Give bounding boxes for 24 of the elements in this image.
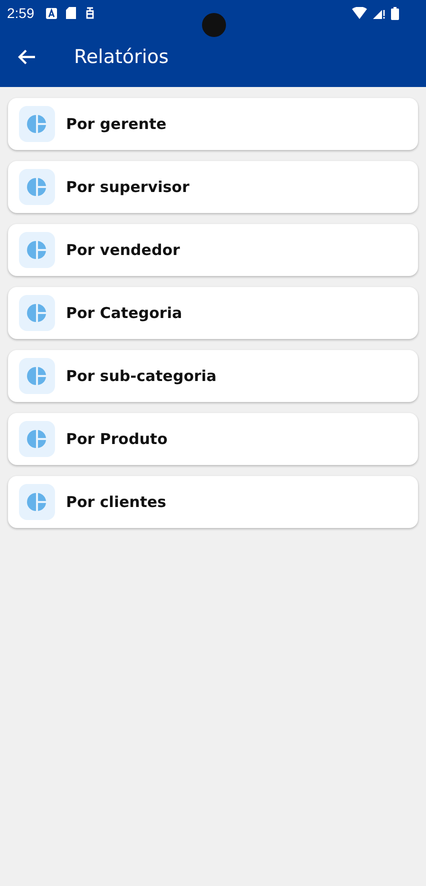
report-item[interactable]: Por vendedor xyxy=(8,224,418,276)
keyboard-icon xyxy=(46,8,58,18)
notification-icon xyxy=(85,7,96,19)
report-item[interactable]: Por sub-categoria xyxy=(8,350,418,402)
pie-chart-icon xyxy=(19,484,55,520)
signal-icon xyxy=(373,7,385,19)
sd-card-icon xyxy=(66,7,76,19)
pie-chart-icon xyxy=(19,358,55,394)
camera-cutout xyxy=(202,13,226,37)
screen-title: Relatórios xyxy=(74,46,169,68)
battery-icon xyxy=(391,6,399,20)
report-item[interactable]: Por supervisor xyxy=(8,161,418,213)
back-arrow-icon[interactable] xyxy=(18,48,36,64)
pie-chart-icon xyxy=(19,421,55,457)
wifi-icon xyxy=(352,7,367,19)
pie-chart-icon xyxy=(19,169,55,205)
report-item[interactable]: Por Produto xyxy=(8,413,418,465)
pie-chart-icon xyxy=(19,232,55,268)
pie-chart-icon xyxy=(19,106,55,142)
status-time: 2:59 xyxy=(7,5,34,21)
report-item[interactable]: Por clientes xyxy=(8,476,418,528)
pie-chart-icon xyxy=(19,295,55,331)
report-item[interactable]: Por gerente xyxy=(8,98,418,150)
report-item[interactable]: Por Categoria xyxy=(8,287,418,339)
